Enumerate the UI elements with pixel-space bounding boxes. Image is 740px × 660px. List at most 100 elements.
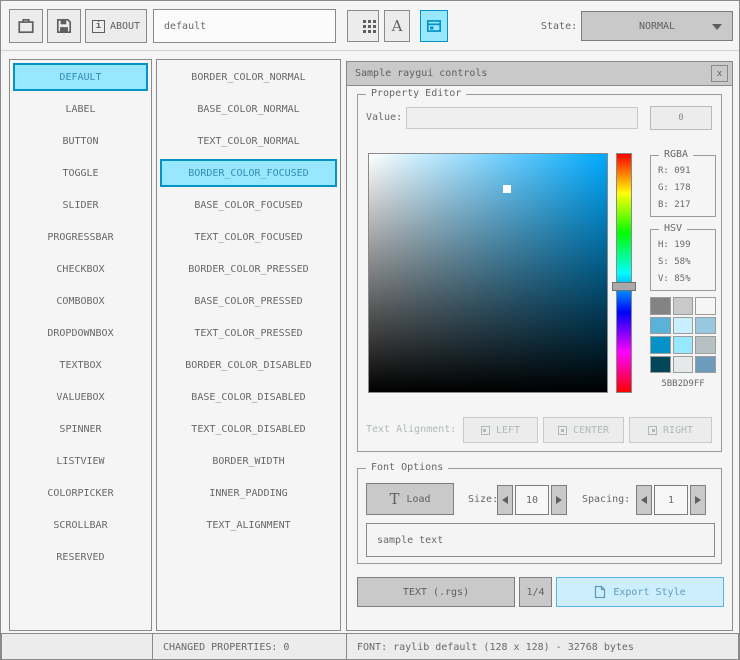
style-editor-button[interactable] — [420, 10, 448, 42]
sample-text-box[interactable]: sample text — [366, 523, 715, 557]
controls-list-item-combobox[interactable]: COMBOBOX — [13, 287, 148, 315]
controls-list-item-reserved[interactable]: RESERVED — [13, 543, 148, 571]
property-item[interactable]: TEXT_COLOR_NORMAL — [160, 127, 337, 155]
font-size-spinner: 10 — [497, 485, 567, 515]
close-icon: x — [716, 68, 723, 79]
color-swatch[interactable] — [650, 336, 671, 354]
property-item[interactable]: TEXT_ALIGNMENT — [160, 511, 337, 539]
font-size-value[interactable]: 10 — [515, 485, 549, 515]
style-color-grid — [650, 297, 716, 373]
color-saturation-value-panel[interactable] — [368, 153, 608, 393]
controls-list-item-button[interactable]: BUTTON — [13, 127, 148, 155]
color-swatch[interactable] — [695, 355, 716, 373]
controls-list-item-spinner[interactable]: SPINNER — [13, 415, 148, 443]
controls-list-item-dropdownbox[interactable]: DROPDOWNBOX — [13, 319, 148, 347]
hsv-v-value: V: 85% — [658, 274, 691, 284]
color-swatch[interactable] — [650, 297, 671, 315]
font-spacing-spinner: 1 — [636, 485, 706, 515]
color-swatch[interactable] — [695, 336, 716, 354]
property-item[interactable]: BASE_COLOR_PRESSED — [160, 287, 337, 315]
size-decrement-button[interactable] — [497, 485, 513, 515]
color-swatch[interactable] — [672, 297, 694, 315]
new-style-button[interactable] — [9, 9, 43, 43]
property-item[interactable]: BASE_COLOR_FOCUSED — [160, 191, 337, 219]
color-cursor[interactable] — [503, 185, 511, 193]
export-style-button[interactable]: Export Style — [556, 577, 724, 607]
rgba-group-label: RGBA — [659, 149, 694, 160]
pager-button[interactable]: 1/4 — [519, 577, 552, 607]
state-label: State: — [541, 21, 578, 32]
spacing-increment-button[interactable] — [690, 485, 706, 515]
font-tool-button[interactable]: A — [384, 10, 410, 42]
color-swatch[interactable] — [695, 297, 716, 315]
state-dropdown-value: NORMAL — [638, 20, 676, 32]
rgba-b-value: B: 217 — [658, 200, 691, 210]
export-format-button[interactable]: TEXT (.rgs) — [357, 577, 515, 607]
color-swatch[interactable] — [695, 316, 716, 334]
align-left-button[interactable]: LEFT — [463, 417, 538, 443]
properties-list-panel: BORDER_COLOR_NORMAL BASE_COLOR_NORMAL TE… — [156, 59, 341, 631]
property-item[interactable]: TEXT_COLOR_DISABLED — [160, 415, 337, 443]
align-right-label: RIGHT — [662, 424, 694, 436]
controls-list-item-scrollbar[interactable]: SCROLLBAR — [13, 511, 148, 539]
controls-list-item-checkbox[interactable]: CHECKBOX — [13, 255, 148, 283]
controls-list-item-textbox[interactable]: TEXTBOX — [13, 351, 148, 379]
align-center-button[interactable]: CENTER — [543, 417, 624, 443]
color-swatch[interactable] — [650, 355, 671, 373]
controls-list-item-toggle[interactable]: TOGGLE — [13, 159, 148, 187]
grid-icon — [357, 19, 370, 33]
window-titlebar[interactable]: Sample raygui controls — [347, 62, 732, 86]
property-editor-group: Property Editor Value: 0 RGBA R: 091 G: … — [357, 88, 722, 452]
style-editor-icon — [426, 20, 442, 32]
property-editor-group-label: Property Editor — [366, 88, 467, 99]
close-button[interactable]: x — [711, 65, 728, 82]
align-right-button[interactable]: RIGHT — [629, 417, 712, 443]
font-size-label: Size: — [468, 494, 499, 505]
size-increment-button[interactable] — [551, 485, 567, 515]
color-swatch[interactable] — [672, 355, 694, 373]
controls-list-item-progressbar[interactable]: PROGRESSBAR — [13, 223, 148, 251]
style-name-input[interactable] — [153, 9, 336, 43]
controls-list-panel: DEFAULT LABEL BUTTON TOGGLE SLIDER PROGR… — [9, 59, 152, 631]
rgba-r-value: R: 091 — [658, 166, 691, 176]
color-swatch[interactable] — [650, 316, 671, 334]
new-style-icon — [18, 18, 34, 34]
property-item[interactable]: BORDER_COLOR_NORMAL — [160, 63, 337, 91]
property-item[interactable]: TEXT_COLOR_FOCUSED — [160, 223, 337, 251]
property-item-selected[interactable]: BORDER_COLOR_FOCUSED — [160, 159, 337, 187]
controls-list-item-valuebox[interactable]: VALUEBOX — [13, 383, 148, 411]
property-item[interactable]: BASE_COLOR_DISABLED — [160, 383, 337, 411]
font-spacing-value[interactable]: 1 — [654, 485, 688, 515]
style-table-button[interactable] — [347, 10, 379, 42]
controls-list-item-default[interactable]: DEFAULT — [13, 63, 148, 91]
save-style-button[interactable] — [47, 9, 81, 43]
font-icon: A — [391, 17, 403, 35]
property-item[interactable]: TEXT_COLOR_PRESSED — [160, 319, 337, 347]
controls-list-item-slider[interactable]: SLIDER — [13, 191, 148, 219]
property-item[interactable]: BORDER_COLOR_PRESSED — [160, 255, 337, 283]
hue-bar[interactable] — [616, 153, 632, 393]
property-item[interactable]: BASE_COLOR_NORMAL — [160, 95, 337, 123]
controls-list-item-listview[interactable]: LISTVIEW — [13, 447, 148, 475]
property-item[interactable]: INNER_PADDING — [160, 479, 337, 507]
controls-list-item-label[interactable]: LABEL — [13, 95, 148, 123]
value-button[interactable]: 0 — [650, 106, 712, 130]
value-input[interactable] — [406, 107, 638, 129]
color-swatch[interactable] — [672, 316, 694, 334]
controls-list-item-colorpicker[interactable]: COLORPICKER — [13, 479, 148, 507]
sample-controls-window: Sample raygui controls x Property Editor… — [346, 61, 733, 631]
state-dropdown[interactable]: NORMAL — [581, 11, 733, 41]
about-button[interactable]: i ABOUT — [85, 9, 147, 43]
chevron-down-icon — [712, 24, 722, 30]
hex-color-value: 5BB2D9FF — [661, 379, 705, 389]
export-style-label: Export Style — [613, 586, 686, 598]
color-swatch[interactable] — [672, 336, 694, 354]
hue-slider-handle[interactable] — [612, 282, 636, 291]
load-font-button[interactable]: T Load — [366, 483, 454, 515]
property-item[interactable]: BORDER_COLOR_DISABLED — [160, 351, 337, 379]
property-item[interactable]: BORDER_WIDTH — [160, 447, 337, 475]
align-left-icon — [480, 425, 490, 435]
font-options-group-label: Font Options — [366, 462, 449, 473]
spacing-decrement-button[interactable] — [636, 485, 652, 515]
statusbar-font-info: FONT: raylib default (128 x 128) - 32768… — [346, 633, 739, 659]
